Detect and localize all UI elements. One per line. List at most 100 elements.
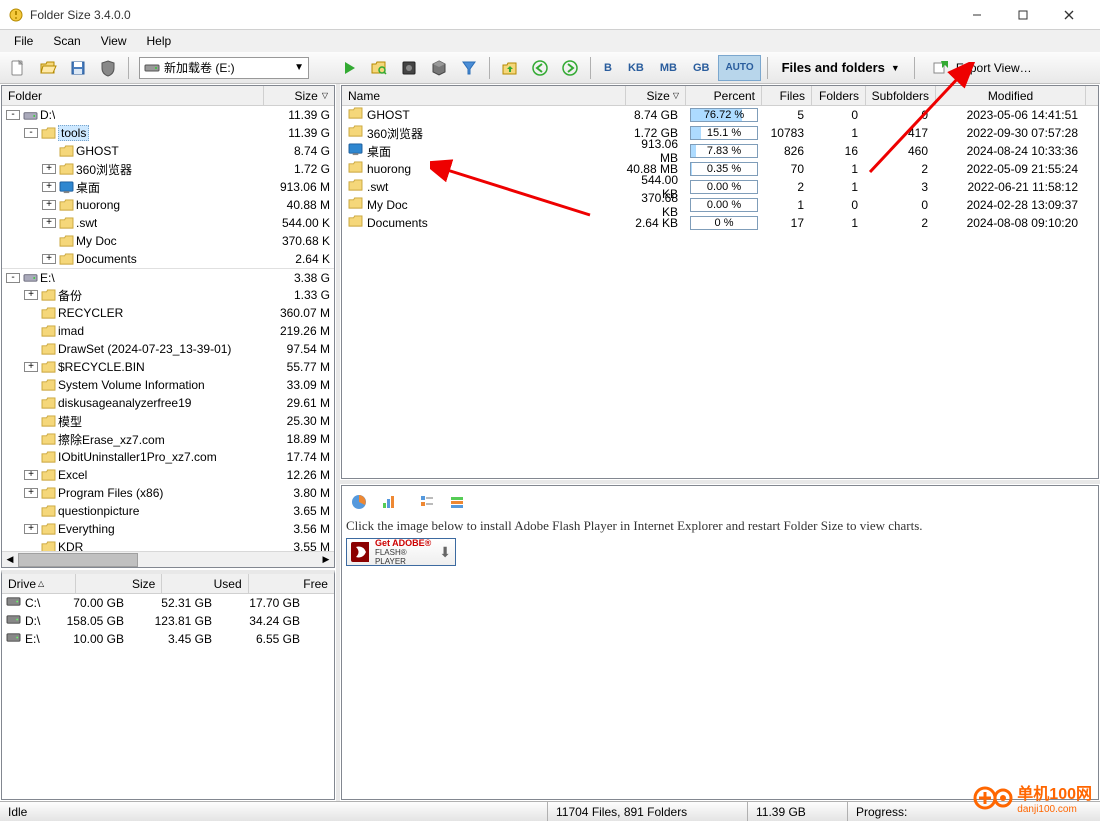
folder-icon xyxy=(40,288,56,302)
tree-row[interactable]: +imad219.26 M xyxy=(2,322,334,340)
open-folder-icon[interactable] xyxy=(34,55,62,81)
col-name[interactable]: Name xyxy=(342,86,626,105)
drive-body[interactable]: C:\70.00 GB52.31 GB17.70 GBD:\158.05 GB1… xyxy=(2,594,334,799)
tree-row[interactable]: +Excel12.26 M xyxy=(2,466,334,484)
tree-row[interactable]: +360浏览器1.72 G xyxy=(2,160,334,178)
expander[interactable]: - xyxy=(6,273,20,283)
scan-folder-icon[interactable] xyxy=(365,55,393,81)
bar-chart-icon[interactable] xyxy=(376,490,402,514)
tree-row[interactable]: +模型25.30 M xyxy=(2,412,334,430)
menu-help[interactable]: Help xyxy=(137,32,182,50)
tree-row[interactable]: +KDR3.55 M xyxy=(2,538,334,551)
expander[interactable]: + xyxy=(42,254,56,264)
minimize-button[interactable] xyxy=(954,0,1000,30)
menu-view[interactable]: View xyxy=(91,32,137,50)
tree-row[interactable]: +Documents2.64 K xyxy=(2,250,334,268)
tree-row[interactable]: +Everything3.56 M xyxy=(2,520,334,538)
expander[interactable]: - xyxy=(6,110,20,120)
flash-install-badge[interactable]: Get ADOBE®FLASH® PLAYER ⬇ xyxy=(346,538,456,566)
save-icon[interactable] xyxy=(64,55,92,81)
new-icon[interactable] xyxy=(4,55,32,81)
expander[interactable]: + xyxy=(42,218,56,228)
list-row[interactable]: 桌面913.06 MB7.83 %826164602024-08-24 10:3… xyxy=(342,142,1098,160)
pie-chart-icon[interactable] xyxy=(346,490,372,514)
tree-hscrollbar[interactable]: ◀▶ xyxy=(2,551,334,567)
tree-row[interactable]: +RECYCLER360.07 M xyxy=(2,304,334,322)
col-folders[interactable]: Folders xyxy=(812,86,866,105)
menu-scan[interactable]: Scan xyxy=(43,32,90,50)
expander[interactable]: + xyxy=(42,200,56,210)
list-row[interactable]: 360浏览器1.72 GB15.1 %1078314172022-09-30 0… xyxy=(342,124,1098,142)
tree-row[interactable]: +questionpicture3.65 M xyxy=(2,502,334,520)
forward-icon[interactable] xyxy=(556,55,584,81)
tree-row[interactable]: +IObitUninstaller1Pro_xz7.com17.74 M xyxy=(2,448,334,466)
tree-row[interactable]: +桌面913.06 M xyxy=(2,178,334,196)
unit-auto[interactable]: AUTO xyxy=(718,55,760,81)
list-row[interactable]: My Doc370.68 KB0.00 %1002024-02-28 13:09… xyxy=(342,196,1098,214)
unit-gb[interactable]: GB xyxy=(686,55,717,81)
tree-col-size[interactable]: Size▽ xyxy=(264,86,334,105)
col-percent[interactable]: Percent xyxy=(686,86,762,105)
col-modified[interactable]: Modified xyxy=(936,86,1086,105)
unit-b[interactable]: B xyxy=(597,55,619,81)
drive-selector[interactable]: 新加载卷 (E:) ▼ xyxy=(139,57,309,79)
expander[interactable]: + xyxy=(24,488,38,498)
expander[interactable]: + xyxy=(24,362,38,372)
back-icon[interactable] xyxy=(526,55,554,81)
list-row[interactable]: .swt544.00 KB0.00 %2132022-06-21 11:58:1… xyxy=(342,178,1098,196)
tree-row[interactable]: +System Volume Information33.09 M xyxy=(2,376,334,394)
tree-row[interactable]: +备份1.33 G xyxy=(2,286,334,304)
maximize-button[interactable] xyxy=(1000,0,1046,30)
tree-row[interactable]: +Program Files (x86)3.80 M xyxy=(2,484,334,502)
tree-row[interactable]: -D:\11.39 G xyxy=(2,106,334,124)
tree-row[interactable]: +My Doc370.68 K xyxy=(2,232,334,250)
drive-row[interactable]: D:\158.05 GB123.81 GB34.24 GB xyxy=(2,612,334,630)
col-size[interactable]: Size▽ xyxy=(626,86,686,105)
unit-kb[interactable]: KB xyxy=(621,55,651,81)
tree-row[interactable]: -tools11.39 G xyxy=(2,124,334,142)
tree-row[interactable]: +GHOST8.74 G xyxy=(2,142,334,160)
play-icon[interactable] xyxy=(335,55,363,81)
filter-dropdown[interactable]: Files and folders▼ xyxy=(774,55,908,81)
export-view-button[interactable]: Export View… xyxy=(921,55,1043,81)
options-icon[interactable] xyxy=(444,490,470,514)
expander[interactable]: + xyxy=(42,182,56,192)
legend-icon[interactable] xyxy=(414,490,440,514)
tree-row[interactable]: +.swt544.00 K xyxy=(2,214,334,232)
unit-mb[interactable]: MB xyxy=(653,55,684,81)
expander[interactable]: - xyxy=(24,128,38,138)
expander[interactable]: + xyxy=(24,290,38,300)
cube-icon[interactable] xyxy=(425,55,453,81)
drive-col-size[interactable]: Size xyxy=(76,574,162,593)
disk-icon[interactable] xyxy=(395,55,423,81)
horizontal-splitter[interactable] xyxy=(340,480,1100,484)
content-body[interactable]: GHOST8.74 GB76.72 %5002023-05-06 14:41:5… xyxy=(342,106,1098,478)
list-row[interactable]: huorong40.88 MB0.35 %70122022-05-09 21:5… xyxy=(342,160,1098,178)
close-button[interactable] xyxy=(1046,0,1092,30)
col-files[interactable]: Files xyxy=(762,86,812,105)
expander[interactable]: + xyxy=(24,470,38,480)
expander[interactable]: + xyxy=(42,164,56,174)
tree-row[interactable]: +DrawSet (2024-07-23_13-39-01)97.54 M xyxy=(2,340,334,358)
expander[interactable]: + xyxy=(24,524,38,534)
tree-col-folder[interactable]: Folder xyxy=(2,86,264,105)
list-row[interactable]: Documents2.64 KB0 %17122024-08-08 09:10:… xyxy=(342,214,1098,232)
drive-col-free[interactable]: Free xyxy=(249,574,334,593)
toolbar-separator xyxy=(128,57,129,79)
col-subfolders[interactable]: Subfolders xyxy=(866,86,936,105)
tree-row[interactable]: +huorong40.88 M xyxy=(2,196,334,214)
shield-icon[interactable] xyxy=(94,55,122,81)
list-row[interactable]: GHOST8.74 GB76.72 %5002023-05-06 14:41:5… xyxy=(342,106,1098,124)
drive-row[interactable]: C:\70.00 GB52.31 GB17.70 GB xyxy=(2,594,334,612)
tree-row[interactable]: +diskusageanalyzerfree1929.61 M xyxy=(2,394,334,412)
tree-row[interactable]: -E:\3.38 G xyxy=(2,268,334,286)
drive-col-used[interactable]: Used xyxy=(162,574,248,593)
tree-body[interactable]: -D:\11.39 G-tools11.39 G+GHOST8.74 G+360… xyxy=(2,106,334,551)
drive-col-name[interactable]: Drive △ xyxy=(2,574,76,593)
funnel-icon[interactable] xyxy=(455,55,483,81)
menu-file[interactable]: File xyxy=(4,32,43,50)
tree-row[interactable]: +擦除Erase_xz7.com18.89 M xyxy=(2,430,334,448)
drive-row[interactable]: E:\10.00 GB3.45 GB6.55 GB xyxy=(2,630,334,648)
up-folder-icon[interactable] xyxy=(496,55,524,81)
tree-row[interactable]: +$RECYCLE.BIN55.77 M xyxy=(2,358,334,376)
